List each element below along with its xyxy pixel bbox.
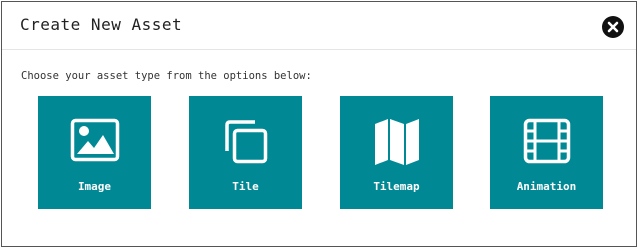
- create-asset-dialog: Create New Asset Choose your asset type …: [1, 1, 637, 247]
- map-icon: [340, 118, 453, 168]
- asset-option-image[interactable]: Image: [38, 96, 151, 209]
- asset-option-tilemap[interactable]: Tilemap: [340, 96, 453, 209]
- asset-option-tile[interactable]: Tile: [189, 96, 302, 209]
- asset-option-label: Image: [77, 180, 112, 193]
- dialog-header: Create New Asset: [2, 2, 636, 50]
- asset-option-animation[interactable]: Animation: [490, 96, 603, 209]
- tile-icon: [189, 118, 302, 168]
- dialog-title: Create New Asset: [20, 15, 183, 34]
- close-icon: [607, 21, 619, 33]
- asset-option-label: Animation: [516, 180, 577, 193]
- film-icon: [490, 118, 603, 168]
- image-icon: [38, 118, 151, 168]
- asset-option-label: Tilemap: [373, 180, 420, 193]
- close-button[interactable]: [602, 16, 624, 38]
- asset-type-prompt: Choose your asset type from the options …: [21, 70, 312, 82]
- asset-option-label: Tile: [232, 180, 259, 193]
